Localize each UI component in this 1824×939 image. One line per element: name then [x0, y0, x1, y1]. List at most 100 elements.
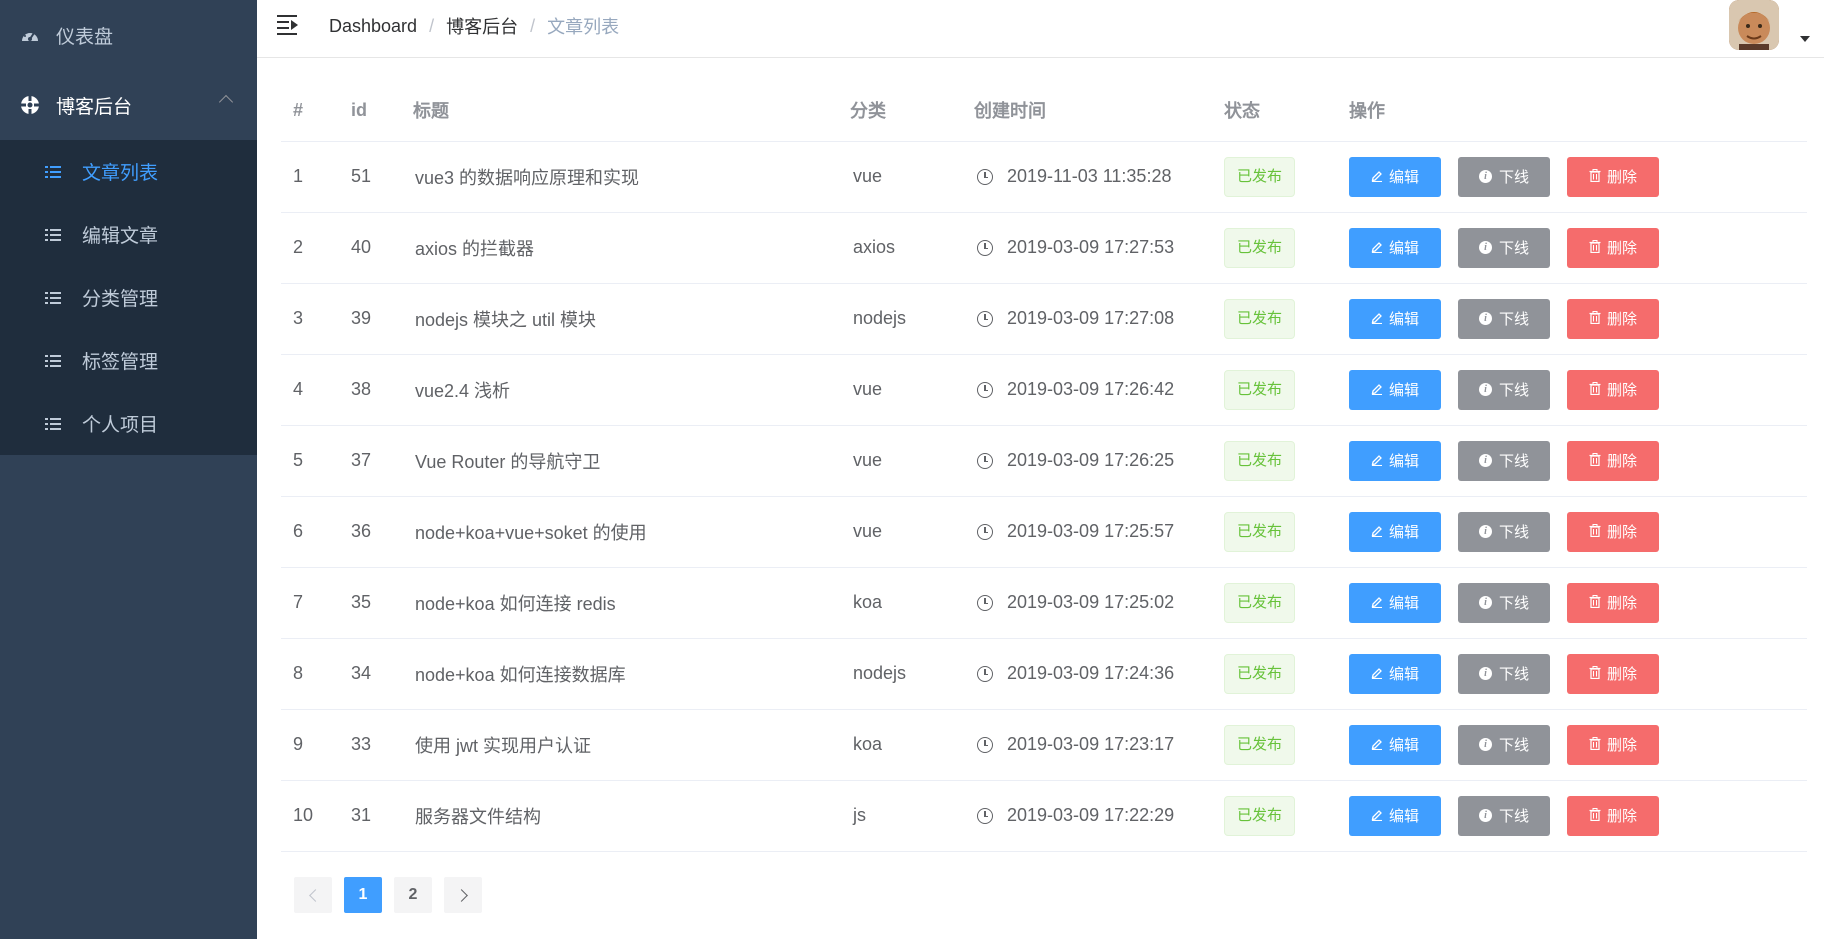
trash-icon [1589, 736, 1601, 753]
sidebar-item-label: 个人项目 [82, 415, 159, 436]
edit-button[interactable]: 编辑 [1349, 156, 1441, 197]
sidebar-item-article-list[interactable]: 文章列表 [0, 140, 257, 203]
edit-button[interactable]: 编辑 [1349, 795, 1441, 836]
menu-item-blog[interactable]: 博客后台 [0, 70, 257, 140]
cell-actions: 编辑 i 下线 删除 [1337, 496, 1807, 568]
offline-label: 下线 [1498, 240, 1529, 257]
offline-label: 下线 [1498, 382, 1529, 399]
trash-icon [1589, 523, 1601, 540]
cell-id: 31 [339, 780, 401, 852]
edit-button[interactable]: 编辑 [1349, 227, 1441, 268]
offline-button[interactable]: i 下线 [1458, 369, 1550, 410]
cell-category: vue [838, 141, 962, 213]
table-row: 4 38 vue2.4 浅析 vue 2019-03-09 17:26:42 已发布 编辑 i… [281, 354, 1807, 426]
edit-button[interactable]: 编辑 [1349, 440, 1441, 481]
cell-title: vue3 的数据响应原理和实现 [401, 141, 838, 213]
offline-label: 下线 [1498, 808, 1529, 825]
cell-id: 35 [339, 567, 401, 639]
page-button[interactable]: 1 [344, 877, 382, 913]
column-header: 分类 [838, 80, 962, 142]
table-row: 9 33 使用 jwt 实现用户认证 koa 2019-03-09 17:23:17 已发… [281, 709, 1807, 781]
status-badge: 已发布 [1224, 795, 1296, 836]
avatar[interactable] [1729, 0, 1779, 50]
cell-title: 使用 jwt 实现用户认证 [401, 709, 838, 781]
info-icon: i [1478, 809, 1492, 822]
delete-button[interactable]: 删除 [1567, 724, 1659, 765]
delete-button[interactable]: 删除 [1567, 369, 1659, 410]
delete-button[interactable]: 删除 [1567, 511, 1659, 552]
sidebar-item-edit-article[interactable]: 编辑文章 [0, 203, 257, 266]
sidebar-item-category[interactable]: 分类管理 [0, 266, 257, 329]
created-time: 2019-03-09 17:25:02 [1007, 592, 1175, 612]
trash-icon [1589, 807, 1601, 824]
sidebar: 仪表盘 博客后台 文章列表 编辑文章 分类管理 标签管理 个人项目 [0, 0, 257, 939]
cell-id: 39 [339, 283, 401, 355]
page-button[interactable]: 2 [394, 877, 432, 913]
table-row: 5 37 Vue Router 的导航守卫 vue 2019-03-09 17:26:2… [281, 425, 1807, 497]
prev-page-button[interactable] [294, 877, 332, 913]
info-icon: i [1478, 525, 1492, 538]
edit-icon [1371, 595, 1383, 611]
offline-button[interactable]: i 下线 [1458, 440, 1550, 481]
delete-button[interactable]: 删除 [1567, 227, 1659, 268]
offline-button[interactable]: i 下线 [1458, 724, 1550, 765]
edit-button[interactable]: 编辑 [1349, 298, 1441, 339]
cell-index: 4 [281, 354, 339, 426]
cell-status: 已发布 [1212, 567, 1337, 639]
offline-button[interactable]: i 下线 [1458, 795, 1550, 836]
cell-category: koa [838, 567, 962, 639]
offline-button[interactable]: i 下线 [1458, 653, 1550, 694]
cell-category: vue [838, 496, 962, 568]
info-icon: i [1478, 170, 1492, 183]
cell-created: 2019-03-09 17:27:08 [962, 283, 1212, 355]
sidebar-item-label: 分类管理 [82, 289, 159, 310]
cell-status: 已发布 [1212, 141, 1337, 213]
status-badge: 已发布 [1224, 227, 1296, 268]
edit-button[interactable]: 编辑 [1349, 582, 1441, 623]
clock-icon [977, 168, 993, 185]
breadcrumb: Dashboard / 博客后台 / 文章列表 [329, 13, 619, 39]
offline-label: 下线 [1498, 737, 1529, 754]
breadcrumb-dashboard[interactable]: Dashboard [329, 16, 417, 37]
column-header: 状态 [1212, 80, 1337, 142]
column-header: 操作 [1337, 80, 1807, 142]
hamburger-icon[interactable] [277, 15, 299, 35]
cell-created: 2019-03-09 17:24:36 [962, 638, 1212, 710]
offline-button[interactable]: i 下线 [1458, 511, 1550, 552]
sidebar-item-tags[interactable]: 标签管理 [0, 329, 257, 392]
cell-index: 10 [281, 780, 339, 852]
offline-button[interactable]: i 下线 [1458, 582, 1550, 623]
offline-button[interactable]: i 下线 [1458, 156, 1550, 197]
delete-button[interactable]: 删除 [1567, 653, 1659, 694]
breadcrumb-separator: / [429, 15, 435, 36]
caret-down-icon[interactable] [1800, 36, 1810, 42]
delete-button[interactable]: 删除 [1567, 795, 1659, 836]
breadcrumb-current: 文章列表 [547, 17, 620, 37]
menu-item-dashboard[interactable]: 仪表盘 [0, 0, 257, 70]
offline-button[interactable]: i 下线 [1458, 298, 1550, 339]
sidebar-item-projects[interactable]: 个人项目 [0, 392, 257, 455]
edit-button[interactable]: 编辑 [1349, 724, 1441, 765]
delete-button[interactable]: 删除 [1567, 440, 1659, 481]
edit-label: 编辑 [1388, 737, 1419, 754]
table-header-row: # id 标题 分类 创建时间 状态 操作 [281, 80, 1807, 142]
offline-button[interactable]: i 下线 [1458, 227, 1550, 268]
delete-button[interactable]: 删除 [1567, 298, 1659, 339]
delete-label: 删除 [1606, 524, 1637, 541]
edit-icon [1371, 169, 1383, 185]
delete-button[interactable]: 删除 [1567, 582, 1659, 623]
table-row: 3 39 nodejs 模块之 util 模块 nodejs 2019-03-09 17… [281, 283, 1807, 355]
edit-button[interactable]: 编辑 [1349, 369, 1441, 410]
clock-icon [977, 523, 993, 540]
info-icon: i [1478, 667, 1492, 680]
cell-id: 51 [339, 141, 401, 213]
list-icon [45, 228, 61, 242]
trash-icon [1589, 452, 1601, 469]
delete-label: 删除 [1606, 169, 1637, 186]
cell-actions: 编辑 i 下线 删除 [1337, 780, 1807, 852]
edit-button[interactable]: 编辑 [1349, 653, 1441, 694]
next-page-button[interactable] [444, 877, 482, 913]
edit-button[interactable]: 编辑 [1349, 511, 1441, 552]
breadcrumb-blog[interactable]: 博客后台 [446, 13, 518, 39]
delete-button[interactable]: 删除 [1567, 156, 1659, 197]
